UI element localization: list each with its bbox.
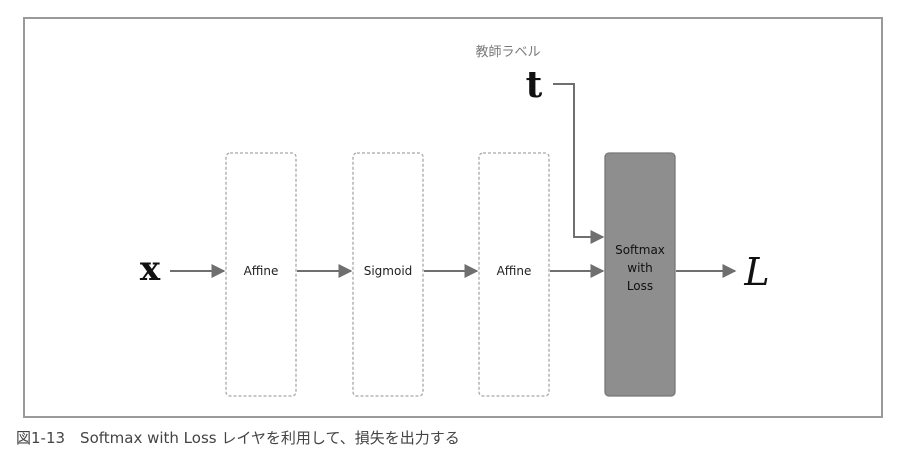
affine-layer-label-2: Affine [497, 264, 532, 278]
input-x-label: x [140, 249, 161, 289]
affine-layer-label-1: Affine [244, 264, 279, 278]
sigmoid-layer-label: Sigmoid [364, 264, 413, 278]
loss-l-label: L [743, 250, 769, 294]
softmax-layer-label-line-3: Loss [627, 279, 653, 293]
softmax-layer-label-line-1: Softmax [615, 243, 665, 257]
arrow-t-to-softmax [553, 83, 605, 244]
target-t-label: t [526, 64, 543, 106]
softmax-loss-diagram: x Affine Sigmoid Affine Softmax with Los… [23, 17, 883, 418]
figure-frame [23, 17, 883, 418]
figure-caption: 図1-13 Softmax with Loss レイヤを利用して、損失を出力する [16, 429, 460, 447]
teacher-label-text: 教師ラベル [475, 44, 540, 60]
softmax-layer-label-line-2: with [627, 261, 652, 275]
